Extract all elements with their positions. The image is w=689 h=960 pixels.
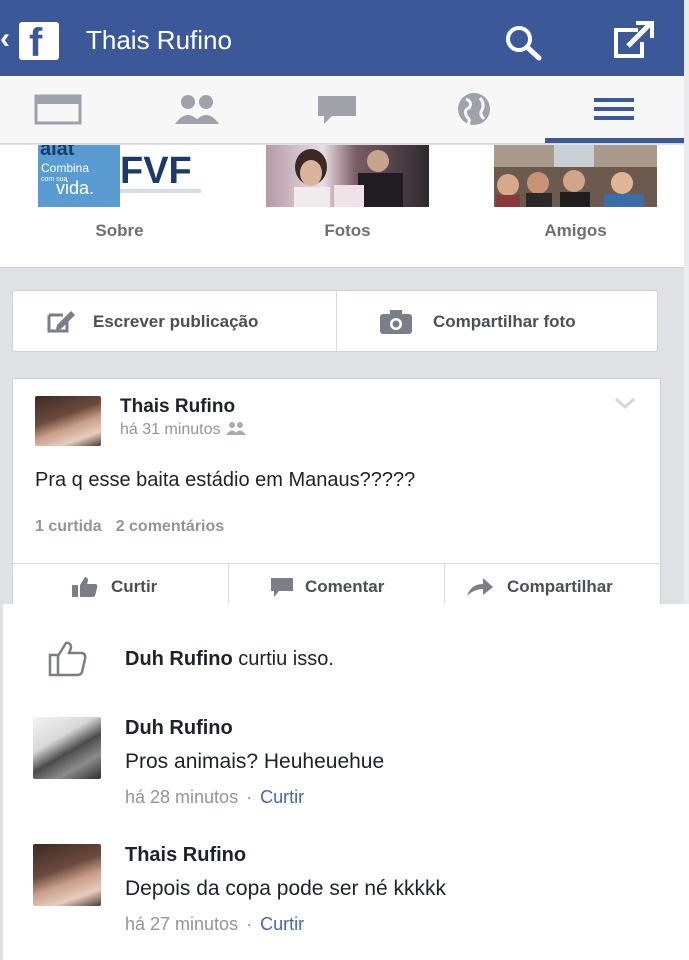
post-text: Pra q esse baita estádio em Manaus????? [35,469,416,491]
comment-author[interactable]: Duh Rufino [125,717,233,740]
likes-summary[interactable]: Duh Rufino curtiu isso. [48,640,334,683]
avatar[interactable] [33,717,101,779]
comment-item: Thais Rufino Depois da copa pode ser né … [33,844,673,944]
comment-text: Depois da copa pode ser né kkkkk [125,877,447,900]
friends-icon[interactable] [172,90,222,128]
share-photo-label: Compartilhar foto [433,312,576,331]
about-logo-line3: vida. [56,178,94,198]
photos-label[interactable]: Fotos [266,221,429,241]
thumbs-up-icon [72,577,98,597]
composer-bar: Escrever publicação Compartilhar foto [12,290,658,352]
write-post-label: Escrever publicação [93,312,259,331]
post-time-text: há 31 minutos [120,421,221,438]
about-logo-image: aiat Combina com sua vida. FVF [38,145,201,207]
avatar[interactable] [35,396,101,446]
globe-icon[interactable] [449,90,499,128]
post-reaction-counts[interactable]: 1 curtida 2 comentários [35,518,238,536]
facebook-logo-glyph: f [29,21,43,65]
comment-icon [271,578,293,597]
profile-section-strip: aiat Combina com sua vida. FVF Sobre Fot… [0,145,684,268]
share-arrow-icon [467,578,493,596]
top-bar: ‹ f Thais Rufino [0,0,684,76]
liker-name[interactable]: Duh Rufino [125,648,233,670]
chevron-down-icon[interactable] [613,395,637,411]
about-logo-top: aiat [40,145,75,160]
likes-summary-text: Duh Rufino curtiu isso. [125,648,334,671]
likes-summary-rest: curtiu isso. [232,648,334,670]
active-tab-indicator [545,138,684,143]
menu-icon[interactable] [589,90,639,128]
like-button[interactable]: Curtir [13,564,228,608]
comment-button[interactable]: Comentar [229,564,444,608]
nav-bar [0,76,684,144]
comment-text: Pros animais? Heuheuehue [125,750,385,773]
write-post-button[interactable]: Escrever publicação [13,291,335,351]
about-logo-line1: Combina [41,161,89,175]
messages-icon[interactable] [312,90,362,128]
likes-count[interactable]: 1 curtida [35,518,102,535]
post-author[interactable]: Thais Rufino [120,396,235,418]
comment-item: Duh Rufino Pros animais? Heuheuehue há 2… [33,717,673,817]
like-label: Curtir [111,577,158,596]
meta-separator: · [246,787,253,807]
post-card: Thais Rufino há 31 minutos Pra q esse ba… [12,378,662,608]
comment-time: há 28 minutos [125,787,239,807]
comment-like-link[interactable]: Curtir [260,914,304,934]
comment-time: há 27 minutos [125,914,239,934]
photos-image [294,149,403,207]
search-icon[interactable] [502,24,546,62]
friends-collage-image [494,145,657,207]
share-icon[interactable] [608,20,656,60]
comment-meta: há 27 minutos · Curtir [125,914,304,935]
friends-thumbnail[interactable] [494,145,657,207]
camera-icon [380,310,412,334]
meta-separator: · [246,914,253,934]
share-button[interactable]: Compartilhar [445,564,662,608]
about-label[interactable]: Sobre [38,221,201,241]
comments-count[interactable]: 2 comentários [116,518,224,535]
friends-audience-icon [225,422,246,435]
timeline-icon[interactable] [33,90,83,128]
share-photo-button[interactable]: Compartilhar foto [337,291,659,351]
avatar[interactable] [33,844,101,906]
page-title: Thais Rufino [86,25,232,55]
post-timestamp[interactable]: há 31 minutos [120,421,247,439]
edit-icon [47,311,75,333]
comment-like-link[interactable]: Curtir [260,787,304,807]
post-action-row: Curtir Comentar Compartilhar [13,563,662,608]
thumbs-up-outline-icon [48,641,87,677]
comment-label: Comentar [305,577,385,596]
about-logo-brand: FVF [120,150,192,192]
back-icon[interactable]: ‹ [0,22,10,56]
comment-author[interactable]: Thais Rufino [125,844,246,867]
about-thumbnail[interactable]: aiat Combina com sua vida. FVF [38,145,201,207]
right-edge [684,0,689,604]
photos-thumbnail[interactable] [266,145,429,207]
comments-panel: Duh Rufino curtiu isso. Duh Rufino Pros … [3,604,689,960]
comment-meta: há 28 minutos · Curtir [125,787,304,808]
share-label: Compartilhar [507,577,613,596]
friends-label[interactable]: Amigos [494,221,657,241]
facebook-logo-icon[interactable]: f [19,21,59,65]
